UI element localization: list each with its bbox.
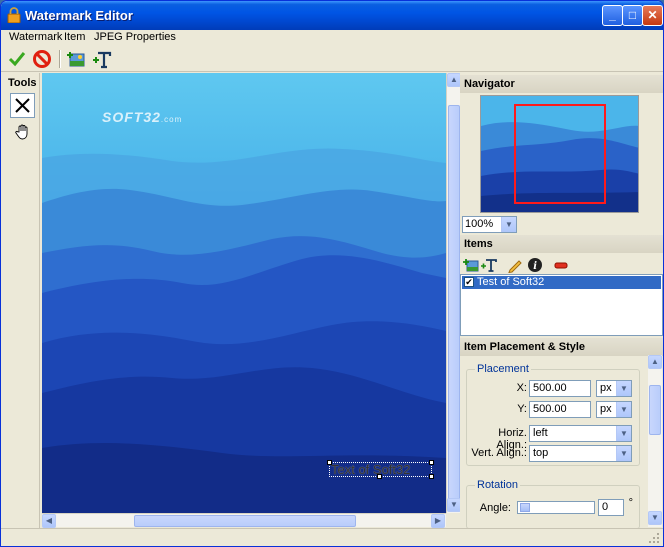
watermark-logo: SOFT32.com [102, 109, 183, 125]
landscape-image [42, 73, 446, 513]
add-text-icon[interactable] [92, 49, 112, 69]
angle-slider[interactable] [517, 501, 595, 514]
item-visible-checkbox[interactable]: ✔ [464, 277, 474, 287]
properties-scrollbar[interactable]: ▲ ▼ [648, 355, 662, 527]
window-title: Watermark Editor [25, 8, 133, 23]
scroll-left-button[interactable]: ◀ [42, 514, 56, 528]
svg-text:i: i [533, 261, 537, 272]
add-text-icon[interactable] [481, 257, 497, 273]
x-label: X: [516, 382, 527, 394]
list-item[interactable]: ✔ Test of Soft32 [462, 276, 661, 289]
ok-icon[interactable] [7, 49, 27, 69]
y-input[interactable]: 500.00 [529, 401, 591, 418]
maximize-button[interactable]: □ [622, 5, 643, 26]
tools-panel: Tools [3, 73, 40, 528]
menu-item[interactable]: Item [64, 31, 85, 43]
chevron-down-icon: ▼ [616, 402, 631, 417]
right-panel: Navigator 100% ▼ Items i ✔ Test of Soft3… [460, 73, 663, 529]
zoom-dropdown[interactable]: 100% ▼ [462, 216, 517, 233]
y-label: Y: [517, 403, 527, 415]
y-unit-select[interactable]: px ▼ [596, 401, 632, 418]
chevron-down-icon: ▼ [616, 381, 631, 396]
degree-symbol: ° [628, 497, 633, 509]
add-image-icon[interactable] [66, 49, 86, 69]
slider-thumb[interactable] [520, 503, 530, 512]
angle-input[interactable]: 0 [598, 499, 624, 516]
cross-arrows-icon [15, 98, 30, 113]
items-toolbar: i [460, 256, 663, 274]
chevron-down-icon: ▼ [616, 446, 631, 461]
minimize-button[interactable]: _ [602, 5, 623, 26]
items-list[interactable]: ✔ Test of Soft32 [460, 274, 663, 336]
add-image-icon[interactable] [463, 257, 479, 273]
menu-jpeg-properties[interactable]: JPEG Properties [94, 31, 176, 43]
scroll-thumb[interactable] [134, 515, 356, 527]
placement-group-title: Placement [475, 363, 531, 375]
vert-align-select[interactable]: top ▼ [529, 445, 632, 462]
items-header: Items [460, 235, 663, 253]
remove-icon[interactable] [553, 257, 569, 273]
rotation-group: Rotation Angle: 0 ° [466, 479, 640, 529]
pencil-icon[interactable] [507, 257, 523, 273]
x-input[interactable]: 500.00 [529, 380, 591, 397]
canvas-vertical-scrollbar[interactable]: ▲ ▼ [446, 73, 461, 513]
status-bar [1, 528, 663, 546]
lock-icon [7, 7, 21, 23]
resize-handle[interactable] [327, 460, 332, 465]
scroll-up-button[interactable]: ▲ [447, 73, 461, 87]
scroll-down-button[interactable]: ▼ [447, 498, 461, 512]
toolbar-separator [59, 50, 61, 68]
vert-align-label: Vert. Align.: [471, 447, 527, 459]
menu-watermark[interactable]: Watermark [9, 31, 62, 43]
scroll-down-button[interactable]: ▼ [648, 511, 662, 525]
select-tool[interactable] [10, 93, 35, 118]
scroll-thumb[interactable] [448, 105, 460, 505]
cancel-icon[interactable] [32, 49, 52, 69]
viewport-rectangle[interactable] [514, 104, 606, 204]
hand-icon[interactable] [14, 123, 32, 141]
angle-label: Angle: [479, 502, 511, 514]
info-icon[interactable]: i [527, 257, 543, 273]
navigator-preview[interactable] [480, 95, 639, 213]
x-unit-select[interactable]: px ▼ [596, 380, 632, 397]
resize-handle[interactable] [429, 460, 434, 465]
navigator-header: Navigator [460, 75, 663, 93]
placement-header: Item Placement & Style [460, 338, 663, 356]
chevron-down-icon: ▼ [616, 426, 631, 441]
image-canvas[interactable]: SOFT32.com Text of Soft32 [42, 73, 446, 513]
scroll-up-button[interactable]: ▲ [648, 355, 662, 369]
menu-bar: Watermark Item JPEG Properties [1, 30, 663, 46]
scroll-thumb[interactable] [649, 385, 661, 435]
canvas-horizontal-scrollbar[interactable]: ◀ ▶ [42, 513, 446, 528]
toolbar [1, 46, 663, 72]
close-button[interactable]: ✕ [642, 5, 663, 26]
app-window: Watermark Editor _ □ ✕ Watermark Item JP… [0, 0, 664, 547]
resize-handle[interactable] [377, 474, 382, 479]
placement-group: Placement X: 500.00 px ▼ Y: 500.00 px ▼ … [466, 363, 640, 466]
title-bar[interactable]: Watermark Editor _ □ ✕ [1, 1, 663, 30]
chevron-down-icon: ▼ [501, 217, 516, 232]
rotation-group-title: Rotation [475, 479, 520, 491]
resize-grip-icon[interactable] [648, 532, 660, 544]
horiz-align-select[interactable]: left ▼ [529, 425, 632, 442]
resize-handle[interactable] [429, 474, 434, 479]
scroll-right-button[interactable]: ▶ [431, 514, 445, 528]
tools-title: Tools [8, 77, 37, 89]
